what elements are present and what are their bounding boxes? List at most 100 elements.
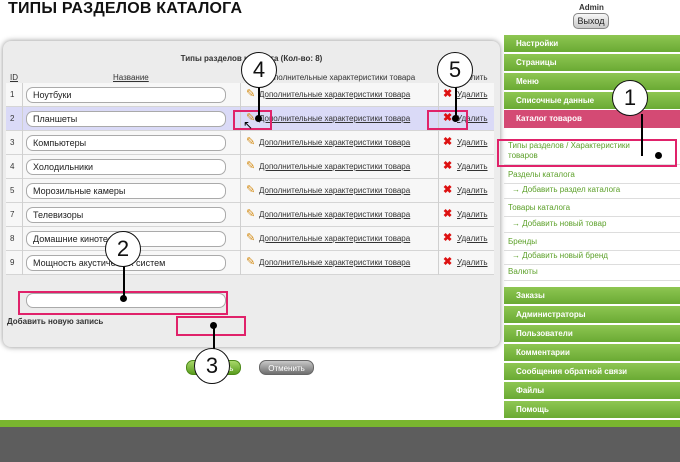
- row-props-link[interactable]: Дополнительные характеристики товара: [259, 258, 410, 267]
- callout-2-pointer: [123, 263, 125, 298]
- column-divider: [438, 203, 439, 227]
- column-divider: [438, 227, 439, 251]
- table-row: 9 Мощность акустических систем ✎ Дополнител…: [6, 251, 494, 275]
- column-divider: [22, 179, 23, 203]
- pencil-icon[interactable]: ✎: [246, 183, 255, 196]
- sidebar-subitem[interactable]: Товары каталога: [508, 203, 570, 212]
- row-delete-link[interactable]: Удалить: [457, 258, 488, 267]
- sidebar-item[interactable]: Файлы: [504, 382, 680, 400]
- delete-x-icon[interactable]: ✖: [443, 135, 452, 148]
- callout-1: 1: [612, 80, 648, 116]
- column-divider: [240, 179, 241, 203]
- footer-accent-bar: [0, 420, 680, 427]
- sidebar-divider: [504, 198, 680, 199]
- row-props-link[interactable]: Дополнительные характеристики товара: [259, 234, 410, 243]
- sidebar-subitem[interactable]: Бренды: [508, 237, 537, 246]
- column-divider: [438, 83, 439, 107]
- sidebar-subitem[interactable]: → Добавить раздел каталога: [512, 185, 620, 194]
- row-delete-link[interactable]: Удалить: [457, 162, 488, 171]
- sidebar-item[interactable]: Администраторы: [504, 306, 680, 324]
- callout-1-dot: [655, 152, 662, 159]
- sidebar-item[interactable]: Сообщения обратной связи: [504, 363, 680, 381]
- row-delete-link[interactable]: Удалить: [457, 90, 488, 99]
- delete-x-icon[interactable]: ✖: [443, 87, 452, 100]
- row-props-link[interactable]: Дополнительные характеристики товара: [259, 114, 410, 123]
- row-name-input[interactable]: Телевизоры: [26, 207, 226, 223]
- pencil-icon[interactable]: ✎: [246, 231, 255, 244]
- sidebar-item[interactable]: Настройки: [504, 35, 680, 53]
- row-name-input[interactable]: Ноутбуки: [26, 87, 226, 103]
- column-header-name[interactable]: Название: [113, 73, 149, 82]
- row-name-input[interactable]: Компьютеры: [26, 135, 226, 151]
- delete-x-icon[interactable]: ✖: [443, 207, 452, 220]
- pencil-icon[interactable]: ✎: [246, 87, 255, 100]
- row-name-input[interactable]: Планшеты: [26, 111, 226, 127]
- callout-3-pointer: [213, 326, 215, 350]
- row-delete-link[interactable]: Удалить: [457, 138, 488, 147]
- sidebar-item[interactable]: Меню: [504, 73, 680, 91]
- sidebar-divider: [504, 232, 680, 233]
- sidebar-divider: [504, 280, 680, 281]
- sidebar-item-catalog[interactable]: Каталог товаров: [504, 110, 680, 128]
- sidebar-item[interactable]: Страницы: [504, 54, 680, 72]
- highlight-catalog-types-link: [497, 139, 677, 167]
- row-props-link[interactable]: Дополнительные характеристики товара: [259, 210, 410, 219]
- callout-3-dot: [210, 322, 217, 329]
- pencil-icon[interactable]: ✎: [246, 255, 255, 268]
- sidebar-subitem[interactable]: → Добавить новый бренд: [512, 251, 608, 260]
- pencil-icon[interactable]: ✎: [246, 207, 255, 220]
- delete-x-icon[interactable]: ✖: [443, 159, 452, 172]
- table-row: 5 Морозильные камеры ✎ Дополнительные харак…: [6, 179, 494, 203]
- row-id: 2: [10, 114, 15, 123]
- footer: [0, 427, 680, 462]
- column-divider: [22, 131, 23, 155]
- callout-5: 5: [437, 52, 473, 88]
- row-delete-link[interactable]: Удалить: [457, 210, 488, 219]
- row-delete-link[interactable]: Удалить: [457, 186, 488, 195]
- table-row: 7 Телевизоры ✎ Дополнительные характеристик…: [6, 203, 494, 227]
- sidebar-item[interactable]: Комментарии: [504, 344, 680, 362]
- delete-x-icon[interactable]: ✖: [443, 255, 452, 268]
- row-props-link[interactable]: Дополнительные характеристики товара: [259, 186, 410, 195]
- column-divider: [22, 251, 23, 275]
- row-id: 7: [10, 210, 15, 219]
- column-divider: [240, 203, 241, 227]
- table-row: 3 Компьютеры ✎ Дополнительные характеристик…: [6, 131, 494, 155]
- pencil-icon[interactable]: ✎: [246, 159, 255, 172]
- sidebar-subitem[interactable]: Валюты: [508, 267, 538, 276]
- add-record-label: Добавить новую запись: [7, 317, 104, 326]
- delete-x-icon[interactable]: ✖: [443, 231, 452, 244]
- column-divider: [240, 155, 241, 179]
- column-header-id[interactable]: ID: [10, 73, 18, 82]
- column-divider: [22, 203, 23, 227]
- pencil-icon[interactable]: ✎: [246, 135, 255, 148]
- row-name-input[interactable]: Морозильные камеры: [26, 183, 226, 199]
- row-props-link[interactable]: Дополнительные характеристики товара: [259, 162, 410, 171]
- row-props-link[interactable]: Дополнительные характеристики товара: [259, 90, 410, 99]
- row-props-link[interactable]: Дополнительные характеристики товара: [259, 138, 410, 147]
- admin-username: Admin: [579, 3, 604, 12]
- table-row: 8 Домашние кинотеатры ✎ Дополнительные хара…: [6, 227, 494, 251]
- column-divider: [22, 83, 23, 107]
- table-row: 4 Холодильники ✎ Дополнительные характерист…: [6, 155, 494, 179]
- column-divider: [438, 131, 439, 155]
- mouse-cursor-icon: ↖: [243, 118, 254, 132]
- sidebar-subitem[interactable]: → Добавить новый товар: [512, 219, 606, 228]
- row-id: 4: [10, 162, 15, 171]
- sidebar-item[interactable]: Помощь: [504, 401, 680, 419]
- sidebar-item[interactable]: Пользователи: [504, 325, 680, 343]
- delete-x-icon[interactable]: ✖: [443, 183, 452, 196]
- row-id: 9: [10, 258, 15, 267]
- logout-button[interactable]: Выход: [573, 13, 609, 29]
- row-id: 8: [10, 234, 15, 243]
- cancel-button[interactable]: Отменить: [259, 360, 314, 375]
- column-header-props: Дополнительные характеристики товара: [264, 73, 416, 82]
- sidebar-subitem[interactable]: Разделы каталога: [508, 170, 575, 179]
- sidebar-divider: [504, 264, 680, 265]
- sidebar-divider: [504, 216, 680, 217]
- row-name-input[interactable]: Холодильники: [26, 159, 226, 175]
- sidebar-item[interactable]: Списочные данные: [504, 92, 680, 110]
- row-delete-link[interactable]: Удалить: [457, 234, 488, 243]
- column-divider: [240, 83, 241, 107]
- sidebar-item[interactable]: Заказы: [504, 287, 680, 305]
